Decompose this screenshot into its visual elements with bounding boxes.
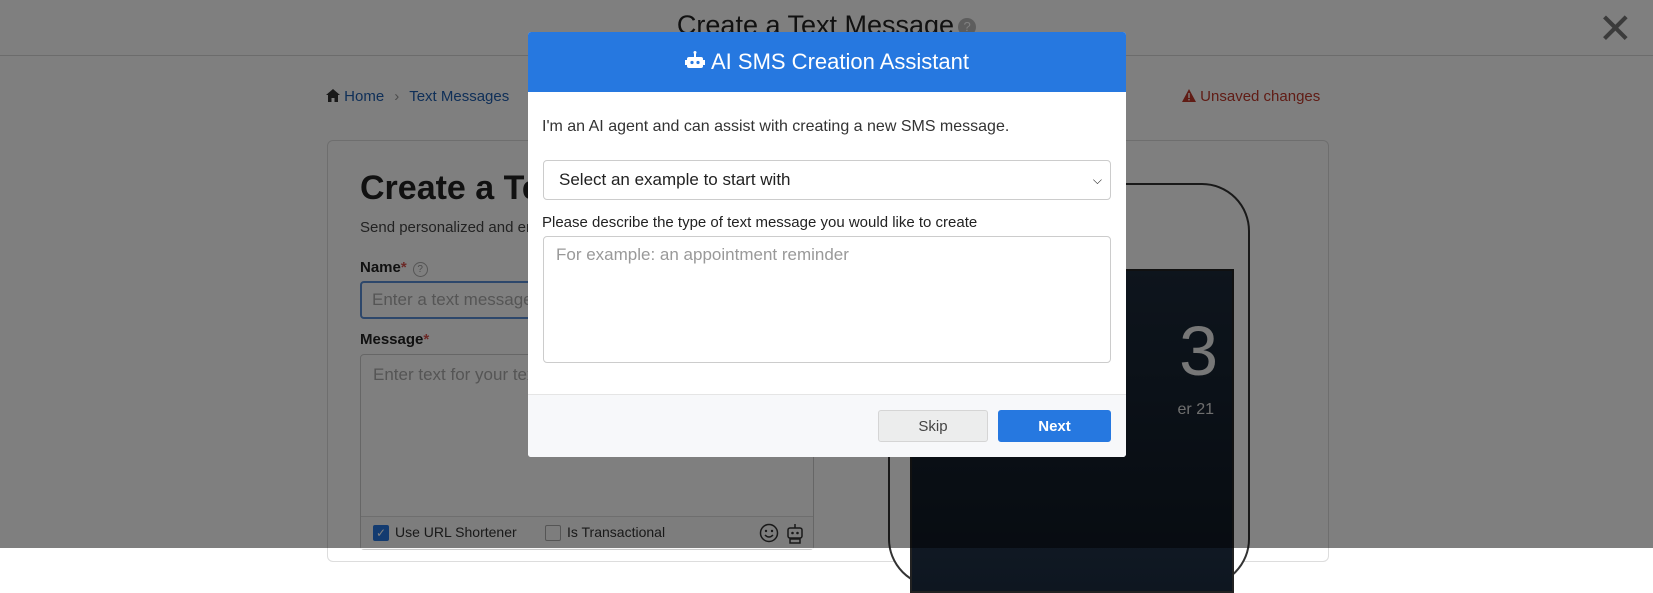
modal-intro: I'm an AI agent and can assist with crea… [542, 118, 1010, 135]
modal-footer: Skip Next [528, 394, 1126, 457]
robot-icon [685, 51, 705, 69]
skip-button[interactable]: Skip [878, 410, 988, 442]
example-select[interactable]: Select an example to start with ⌵ [543, 160, 1111, 200]
next-button[interactable]: Next [998, 410, 1111, 442]
modal-header: AI SMS Creation Assistant [528, 32, 1126, 92]
description-textarea[interactable]: For example: an appointment reminder [543, 236, 1111, 363]
ai-assistant-modal: AI SMS Creation Assistant I'm an AI agen… [528, 32, 1126, 457]
chevron-down-icon: ⌵ [1092, 173, 1102, 187]
modal-body: I'm an AI agent and can assist with crea… [528, 92, 1126, 395]
modal-title: AI SMS Creation Assistant [711, 49, 969, 74]
description-label: Please describe the type of text message… [542, 214, 978, 231]
